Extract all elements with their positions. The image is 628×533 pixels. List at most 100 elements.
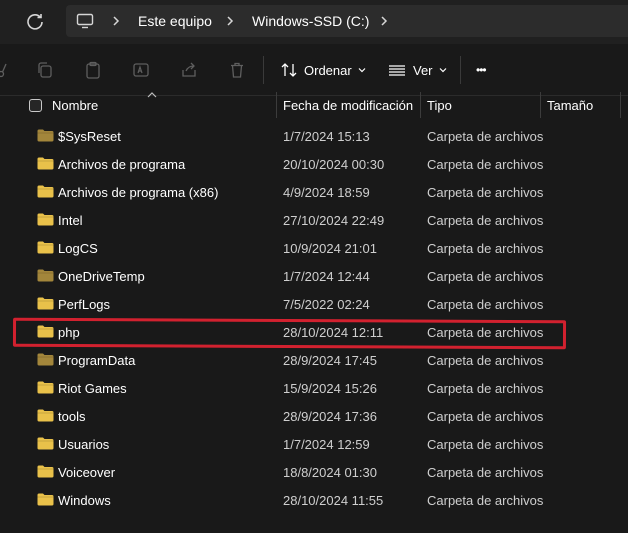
file-type: Carpeta de archivos bbox=[427, 465, 544, 480]
file-name[interactable]: ProgramData bbox=[58, 353, 135, 368]
file-row[interactable]: OneDriveTemp 1/7/2024 12:44 Carpeta de arc… bbox=[0, 262, 628, 290]
file-type: Carpeta de archivos bbox=[427, 185, 544, 200]
select-all-checkbox[interactable] bbox=[29, 99, 42, 112]
folder-icon bbox=[37, 185, 54, 198]
column-divider[interactable] bbox=[276, 92, 277, 118]
column-header-row: Nombre Fecha de modificación Tipo Tamaño bbox=[0, 92, 628, 120]
file-row[interactable]: Archivos de programa (x86) 4/9/2024 18:59… bbox=[0, 178, 628, 206]
chevron-down-icon bbox=[439, 68, 446, 73]
paste-icon[interactable] bbox=[84, 61, 102, 79]
address-bar[interactable]: Este equipo Windows-SSD (C:) bbox=[66, 5, 628, 37]
column-header-date[interactable]: Fecha de modificación bbox=[283, 98, 413, 113]
file-name[interactable]: OneDriveTemp bbox=[58, 269, 145, 284]
file-date-modified: 1/7/2024 12:44 bbox=[283, 269, 370, 284]
rename-icon[interactable] bbox=[132, 61, 150, 79]
file-row[interactable]: Windows 28/10/2024 11:55 Carpeta de archiv… bbox=[0, 486, 628, 514]
folder-icon bbox=[37, 213, 54, 226]
file-name[interactable]: Intel bbox=[58, 213, 83, 228]
command-bar: Ordenar Ver ••• bbox=[0, 44, 628, 96]
file-type: Carpeta de archivos bbox=[427, 157, 544, 172]
file-name[interactable]: PerfLogs bbox=[58, 297, 110, 312]
file-date-modified: 20/10/2024 00:30 bbox=[283, 157, 385, 172]
file-type: Carpeta de archivos bbox=[427, 353, 544, 368]
file-row[interactable]: Voiceover 18/8/2024 01:30 Carpeta de archi… bbox=[0, 458, 628, 486]
share-icon[interactable] bbox=[180, 61, 198, 79]
file-type: Carpeta de archivos bbox=[427, 269, 544, 284]
toolbar-divider bbox=[460, 56, 461, 84]
folder-icon bbox=[37, 297, 54, 310]
folder-icon bbox=[37, 241, 54, 254]
column-header-type[interactable]: Tipo bbox=[427, 98, 452, 113]
folder-icon bbox=[37, 493, 54, 506]
folder-icon bbox=[37, 269, 54, 282]
file-type: Carpeta de archivos bbox=[427, 297, 544, 312]
more-icon: ••• bbox=[476, 63, 487, 77]
column-header-size[interactable]: Tamaño bbox=[547, 98, 593, 113]
file-name[interactable]: tools bbox=[58, 409, 85, 424]
more-options-button[interactable]: ••• bbox=[476, 58, 487, 82]
cut-icon[interactable] bbox=[0, 61, 10, 79]
folder-icon bbox=[37, 381, 54, 394]
file-date-modified: 28/9/2024 17:45 bbox=[283, 353, 377, 368]
file-type: Carpeta de archivos bbox=[427, 493, 544, 508]
file-name[interactable]: $SysReset bbox=[58, 129, 121, 144]
folder-icon bbox=[37, 353, 54, 366]
file-name[interactable]: LogCS bbox=[58, 241, 98, 256]
sort-button[interactable]: Ordenar bbox=[280, 58, 366, 82]
chevron-right-icon[interactable] bbox=[224, 12, 236, 30]
file-name[interactable]: Windows bbox=[58, 493, 111, 508]
file-date-modified: 1/7/2024 15:13 bbox=[283, 129, 370, 144]
file-name[interactable]: Archivos de programa bbox=[58, 157, 185, 172]
file-row[interactable]: Riot Games 15/9/2024 15:26 Carpeta de arch… bbox=[0, 374, 628, 402]
folder-icon bbox=[37, 129, 54, 142]
file-date-modified: 1/7/2024 12:59 bbox=[283, 437, 370, 452]
file-type: Carpeta de archivos bbox=[427, 409, 544, 424]
file-date-modified: 10/9/2024 21:01 bbox=[283, 241, 377, 256]
file-row[interactable]: $SysReset 1/7/2024 15:13 Carpeta de archiv… bbox=[0, 122, 628, 150]
file-row[interactable]: Intel 27/10/2024 22:49 Carpeta de archivos bbox=[0, 206, 628, 234]
file-name[interactable]: Riot Games bbox=[58, 381, 127, 396]
file-date-modified: 27/10/2024 22:49 bbox=[283, 213, 385, 228]
folder-icon bbox=[37, 437, 54, 450]
address-bar-area: Este equipo Windows-SSD (C:) bbox=[0, 0, 628, 44]
file-date-modified: 28/9/2024 17:36 bbox=[283, 409, 377, 424]
file-row[interactable]: PerfLogs 7/5/2022 02:24 Carpeta de archivo… bbox=[0, 290, 628, 318]
view-label: Ver bbox=[413, 62, 433, 78]
file-name[interactable]: Archivos de programa (x86) bbox=[58, 185, 218, 200]
breadcrumb-este-equipo[interactable]: Este equipo bbox=[138, 13, 212, 29]
chevron-right-icon[interactable] bbox=[378, 12, 390, 30]
file-row[interactable]: ProgramData 28/9/2024 17:45 Carpeta de arc… bbox=[0, 346, 628, 374]
toolbar-divider bbox=[263, 56, 264, 84]
folder-icon bbox=[37, 157, 54, 170]
chevron-right-icon[interactable] bbox=[110, 12, 122, 30]
column-header-name[interactable]: Nombre bbox=[52, 98, 98, 113]
folder-icon bbox=[37, 465, 54, 478]
folder-icon bbox=[37, 409, 54, 422]
file-name[interactable]: Voiceover bbox=[58, 465, 115, 480]
file-date-modified: 7/5/2022 02:24 bbox=[283, 297, 370, 312]
chevron-down-icon bbox=[358, 68, 366, 73]
file-name[interactable]: Usuarios bbox=[58, 437, 109, 452]
copy-icon[interactable] bbox=[36, 61, 54, 79]
column-divider[interactable] bbox=[420, 92, 421, 118]
column-divider[interactable] bbox=[620, 92, 621, 118]
view-list-icon bbox=[389, 65, 405, 76]
file-row[interactable]: LogCS 10/9/2024 21:01 Carpeta de archivos bbox=[0, 234, 628, 262]
sort-icon bbox=[281, 63, 297, 77]
view-button[interactable]: Ver bbox=[388, 58, 447, 82]
file-row[interactable]: tools 28/9/2024 17:36 Carpeta de archivos bbox=[0, 402, 628, 430]
file-date-modified: 4/9/2024 18:59 bbox=[283, 185, 370, 200]
delete-icon[interactable] bbox=[228, 61, 246, 79]
file-row[interactable]: Archivos de programa 20/10/2024 00:30 Carp… bbox=[0, 150, 628, 178]
file-date-modified: 28/10/2024 11:55 bbox=[283, 493, 384, 508]
file-type: Carpeta de archivos bbox=[427, 241, 544, 256]
computer-icon bbox=[76, 13, 94, 29]
file-date-modified: 15/9/2024 15:26 bbox=[283, 381, 377, 396]
file-type: Carpeta de archivos bbox=[427, 381, 544, 396]
file-row[interactable]: Usuarios 1/7/2024 12:59 Carpeta de archivo… bbox=[0, 430, 628, 458]
refresh-icon[interactable] bbox=[24, 10, 46, 32]
breadcrumb-windows-ssd[interactable]: Windows-SSD (C:) bbox=[252, 13, 369, 29]
sort-label: Ordenar bbox=[304, 62, 352, 78]
column-divider[interactable] bbox=[540, 92, 541, 118]
file-type: Carpeta de archivos bbox=[427, 437, 544, 452]
